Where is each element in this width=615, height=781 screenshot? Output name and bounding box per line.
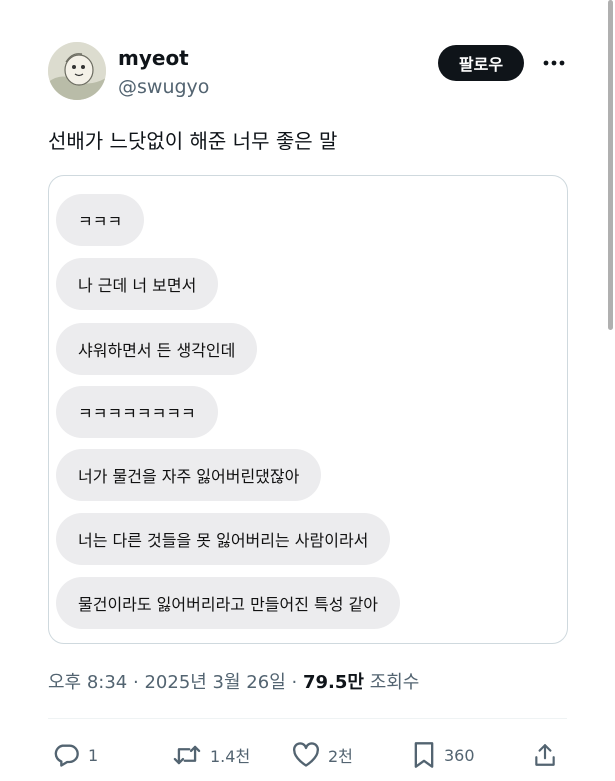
post-timestamp-row: 오후 8:34 · 2025년 3월 26일 · 79.5만 조회수	[48, 668, 419, 694]
like-button[interactable]: 2천	[292, 740, 353, 770]
reply-button[interactable]: 1	[52, 740, 98, 770]
bookmark-button[interactable]: 360	[412, 740, 475, 770]
follow-button[interactable]: 팔로우	[438, 45, 524, 81]
chat-bubble: 물건이라도 잃어버리라고 만들어진 특성 같아	[56, 577, 401, 629]
separator: ·	[291, 672, 298, 693]
chat-bubble: 너는 다른 것들을 못 잃어버리는 사람이라서	[56, 513, 391, 565]
author-name[interactable]: myeot	[118, 46, 189, 70]
chat-bubble: 너가 물건을 자주 잃어버린댔잖아	[56, 449, 322, 501]
share-button[interactable]	[532, 740, 558, 770]
post-time[interactable]: 오후 8:34	[48, 672, 127, 693]
scrollbar-thumb[interactable]	[608, 0, 613, 330]
like-icon	[292, 742, 320, 768]
more-icon[interactable]	[536, 46, 572, 80]
reply-icon	[52, 741, 80, 769]
repost-count: 1.4천	[210, 747, 251, 766]
share-icon	[532, 741, 558, 769]
bookmark-icon	[412, 741, 436, 769]
bookmark-count: 360	[444, 745, 475, 765]
chat-bubble: ㅋㅋㅋㅋㅋㅋㅋㅋ	[56, 386, 218, 438]
post-image-card[interactable]: ㅋㅋㅋ 나 근데 너 보면서 샤워하면서 든 생각인데 ㅋㅋㅋㅋㅋㅋㅋㅋ 너가 …	[48, 175, 568, 644]
avatar[interactable]	[48, 42, 106, 100]
author-handle[interactable]: @swugyo	[118, 76, 209, 98]
post-header: myeot @swugyo 팔로우	[48, 42, 585, 104]
chat-bubble: ㅋㅋㅋ	[56, 194, 145, 246]
repost-button[interactable]: 1.4천	[172, 740, 250, 770]
chat-bubble: 샤워하면서 든 생각인데	[56, 323, 258, 375]
views-count: 79.5만	[302, 672, 364, 693]
views-label: 조회수	[369, 672, 420, 693]
repost-icon	[172, 741, 202, 769]
post-text: 선배가 느닷없이 해준 너무 좋은 말	[48, 129, 338, 153]
chat-bubble: 나 근데 너 보면서	[56, 258, 219, 310]
post-date[interactable]: 2025년 3월 26일	[144, 672, 285, 693]
separator: ·	[133, 672, 139, 693]
page-scrollbar[interactable]	[607, 0, 615, 781]
reply-count: 1	[88, 745, 99, 765]
divider	[48, 718, 567, 719]
like-count: 2천	[328, 747, 353, 766]
